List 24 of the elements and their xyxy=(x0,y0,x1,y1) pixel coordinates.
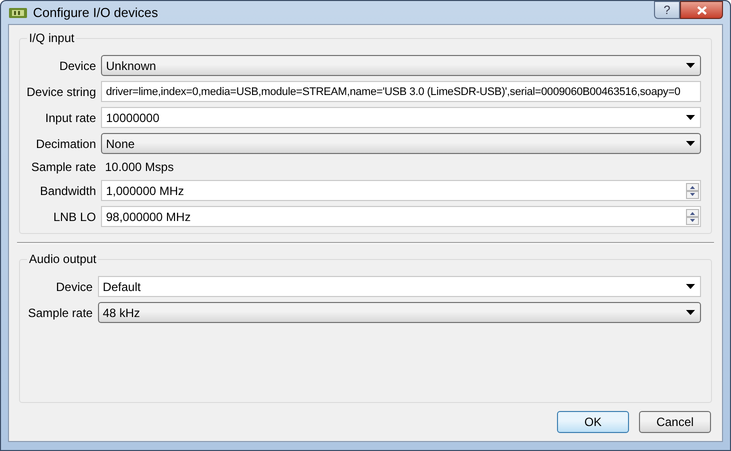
group-title: I/Q input xyxy=(27,31,76,45)
field-label: Sample rate xyxy=(30,160,96,174)
spin-box[interactable]: 98,000000 MHz xyxy=(101,206,701,227)
field-label: Decimation xyxy=(34,136,96,150)
field-label: Bandwidth xyxy=(38,184,96,198)
help-button[interactable]: ? xyxy=(654,1,680,19)
text-field[interactable]: driver=lime,index=0,media=USB,module=STREAM,name='USB 3.0 (LimeSDR-USB)',serial=0009060B00463516,soapy=0 xyxy=(101,81,701,102)
field-label: Input rate xyxy=(44,110,96,124)
group-title: Audio output xyxy=(27,252,98,266)
dropdown[interactable]: Unknown xyxy=(101,55,701,76)
field-label: Device xyxy=(55,280,93,294)
field-label: Sample rate xyxy=(28,306,93,320)
field-label: LNB LO xyxy=(52,210,96,224)
dialog-button[interactable]: Cancel xyxy=(639,411,711,433)
readout-value: 10.000 Msps xyxy=(104,159,175,175)
combo-box[interactable]: Default xyxy=(98,276,701,297)
field-label: Device xyxy=(58,58,96,72)
window-title: Configure I/O devices xyxy=(33,5,158,20)
dialog-button[interactable]: OK xyxy=(557,411,629,433)
field-label: Device string xyxy=(26,84,96,98)
spin-box[interactable]: 1,000000 MHz xyxy=(101,180,701,201)
dropdown[interactable]: None xyxy=(101,133,701,154)
combo-box[interactable]: 10000000 xyxy=(101,107,701,128)
dropdown[interactable]: 48 kHz xyxy=(98,302,701,323)
